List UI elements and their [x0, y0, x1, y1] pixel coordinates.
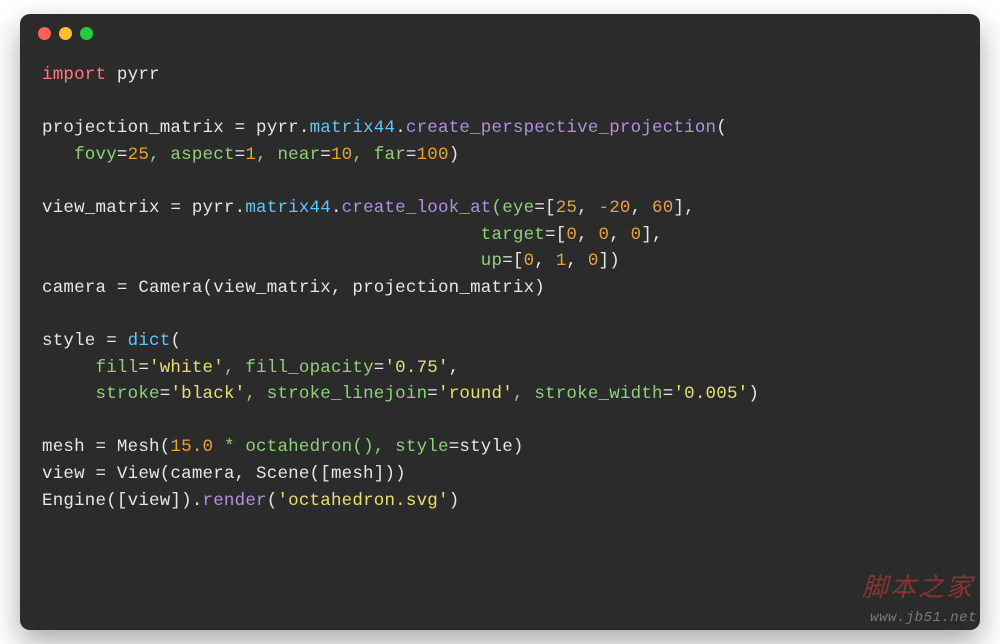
var-mesh: mesh: [42, 437, 96, 457]
code-window: import pyrr projection_matrix = pyrr.mat…: [20, 14, 980, 630]
module-name: pyrr: [117, 65, 160, 85]
fn-create-perspective: create_perspective_projection: [406, 118, 716, 138]
keyword-import: import: [42, 65, 106, 85]
var-camera: camera: [42, 278, 117, 298]
var-style: style: [42, 331, 106, 351]
window-titlebar: [20, 14, 980, 52]
close-icon[interactable]: [38, 27, 51, 40]
maximize-icon[interactable]: [80, 27, 93, 40]
code-block: import pyrr projection_matrix = pyrr.mat…: [20, 52, 980, 532]
fn-render: render: [203, 491, 267, 511]
fn-dict: dict: [128, 331, 171, 351]
var-view: view: [42, 464, 96, 484]
var-view-matrix: view_matrix: [42, 198, 170, 218]
minimize-icon[interactable]: [59, 27, 72, 40]
fn-create-look-at: create_look_at: [342, 198, 492, 218]
var-projection-matrix: projection_matrix: [42, 118, 235, 138]
